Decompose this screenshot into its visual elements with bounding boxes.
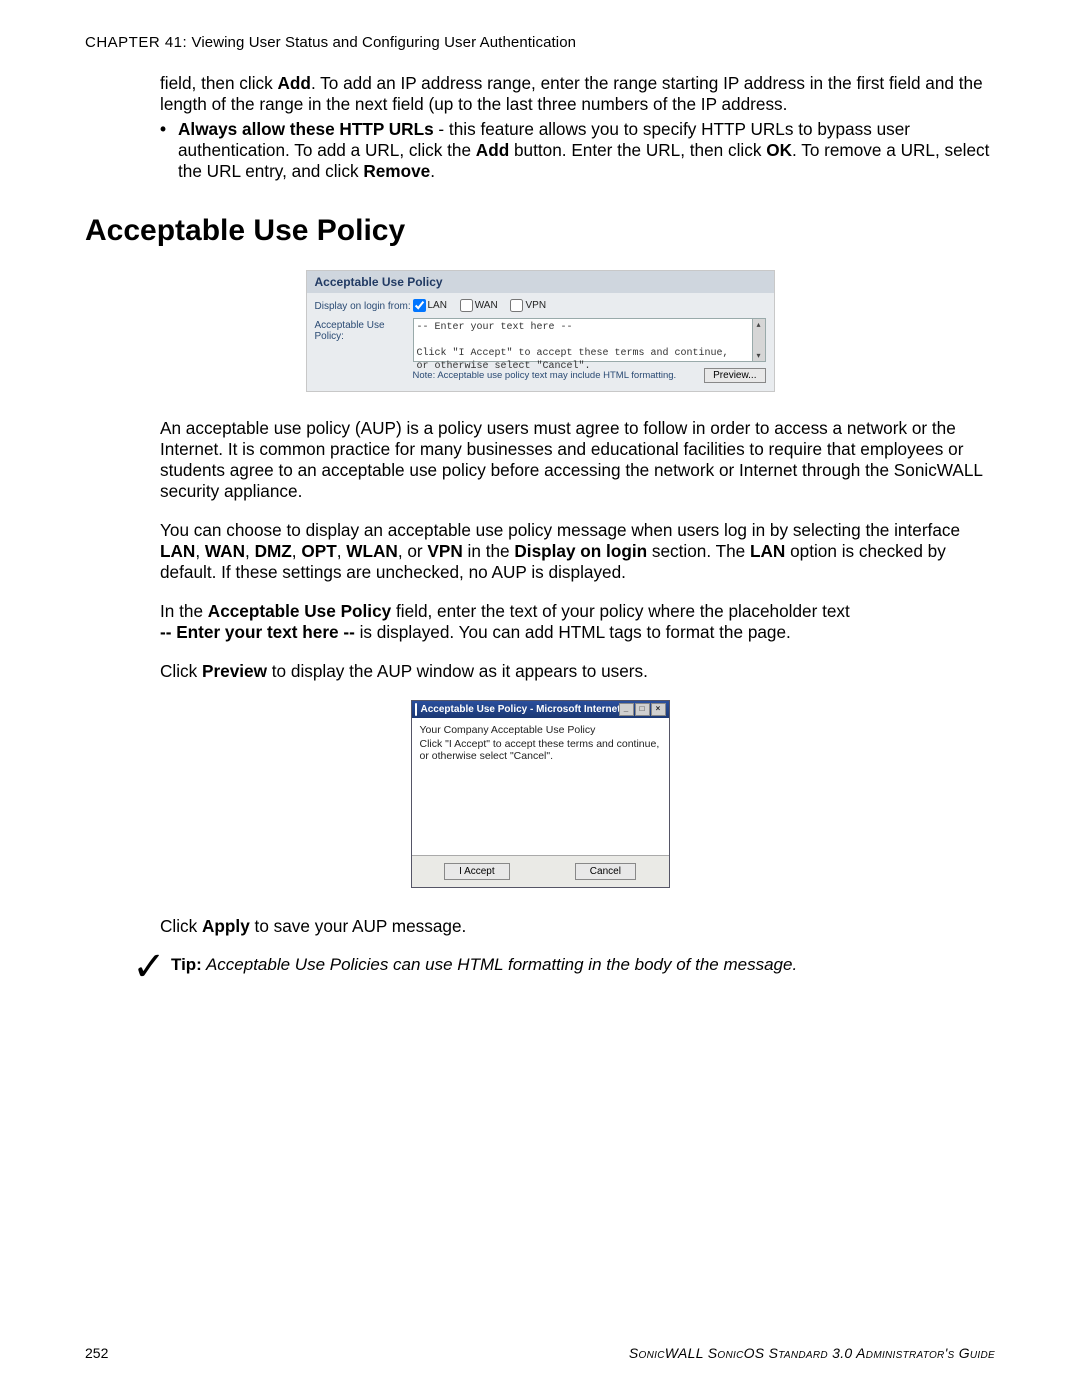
continuation-paragraph: field, then click Add. To add an IP addr…: [160, 73, 995, 115]
ie-icon: [415, 703, 417, 716]
aup-choose-paragraph: You can choose to display an acceptable …: [160, 520, 995, 583]
preview-body: Your Company Acceptable Use Policy Click…: [412, 718, 669, 856]
wan-checkbox[interactable]: WAN: [460, 300, 498, 311]
wan-checkbox-input[interactable]: [460, 299, 473, 312]
preview-titlebar: Acceptable Use Policy - Microsoft Intern…: [412, 701, 669, 718]
scroll-up-icon[interactable]: ▴: [753, 319, 765, 330]
checkmark-icon: ✓: [127, 951, 171, 983]
close-icon[interactable]: ×: [651, 703, 666, 716]
section-title: Acceptable Use Policy: [85, 214, 995, 248]
tip-label: Tip:: [171, 955, 202, 974]
vpn-checkbox[interactable]: VPN: [510, 300, 546, 311]
scrollbar[interactable]: ▴ ▾: [753, 318, 766, 362]
chapter-prefix: CHAPTER 41:: [85, 34, 187, 51]
aup-policy-label: Acceptable Use Policy:: [315, 318, 413, 362]
maximize-icon[interactable]: □: [635, 703, 650, 716]
click-preview-paragraph: Click Preview to display the AUP window …: [160, 661, 995, 682]
cancel-button[interactable]: Cancel: [575, 863, 636, 880]
vpn-checkbox-input[interactable]: [510, 299, 523, 312]
chapter-header: CHAPTER 41: Viewing User Status and Conf…: [85, 34, 995, 51]
preview-window: Acceptable Use Policy - Microsoft Intern…: [411, 700, 670, 888]
i-accept-button[interactable]: I Accept: [444, 863, 510, 880]
aup-panel-header: Acceptable Use Policy: [307, 271, 774, 293]
bullet-dot: •: [160, 119, 178, 182]
page-footer: 252 SonicWALL SonicOS Standard 3.0 Admin…: [85, 1345, 995, 1361]
aup-settings-panel: Acceptable Use Policy Display on login f…: [306, 270, 775, 392]
guide-title: SonicWALL SonicOS Standard 3.0 Administr…: [629, 1345, 995, 1361]
scroll-down-icon[interactable]: ▾: [753, 350, 765, 361]
preview-window-title: Acceptable Use Policy - Microsoft Intern…: [421, 704, 619, 715]
preview-button[interactable]: Preview...: [704, 368, 765, 383]
page-number: 252: [85, 1345, 108, 1361]
tip-row: ✓ Tip: Acceptable Use Policies can use H…: [127, 955, 995, 983]
lan-checkbox[interactable]: LAN: [413, 300, 447, 311]
lan-checkbox-input[interactable]: [413, 299, 426, 312]
bullet-always-allow-urls: • Always allow these HTTP URLs - this fe…: [160, 119, 995, 182]
aup-textarea[interactable]: -- Enter your text here -- Click "I Acce…: [413, 318, 753, 362]
preview-company-line: Your Company Acceptable Use Policy: [420, 724, 661, 736]
tip-body: Acceptable Use Policies can use HTML for…: [202, 955, 797, 974]
aup-field-paragraph: In the Acceptable Use Policy field, ente…: [160, 601, 995, 643]
chapter-title: Viewing User Status and Configuring User…: [191, 34, 576, 51]
preview-instruction-line: Click "I Accept" to accept these terms a…: [420, 738, 661, 762]
click-apply-paragraph: Click Apply to save your AUP message.: [160, 916, 995, 937]
aup-intro-paragraph: An acceptable use policy (AUP) is a poli…: [160, 418, 995, 502]
display-on-login-label: Display on login from:: [315, 299, 413, 312]
minimize-icon[interactable]: _: [619, 703, 634, 716]
